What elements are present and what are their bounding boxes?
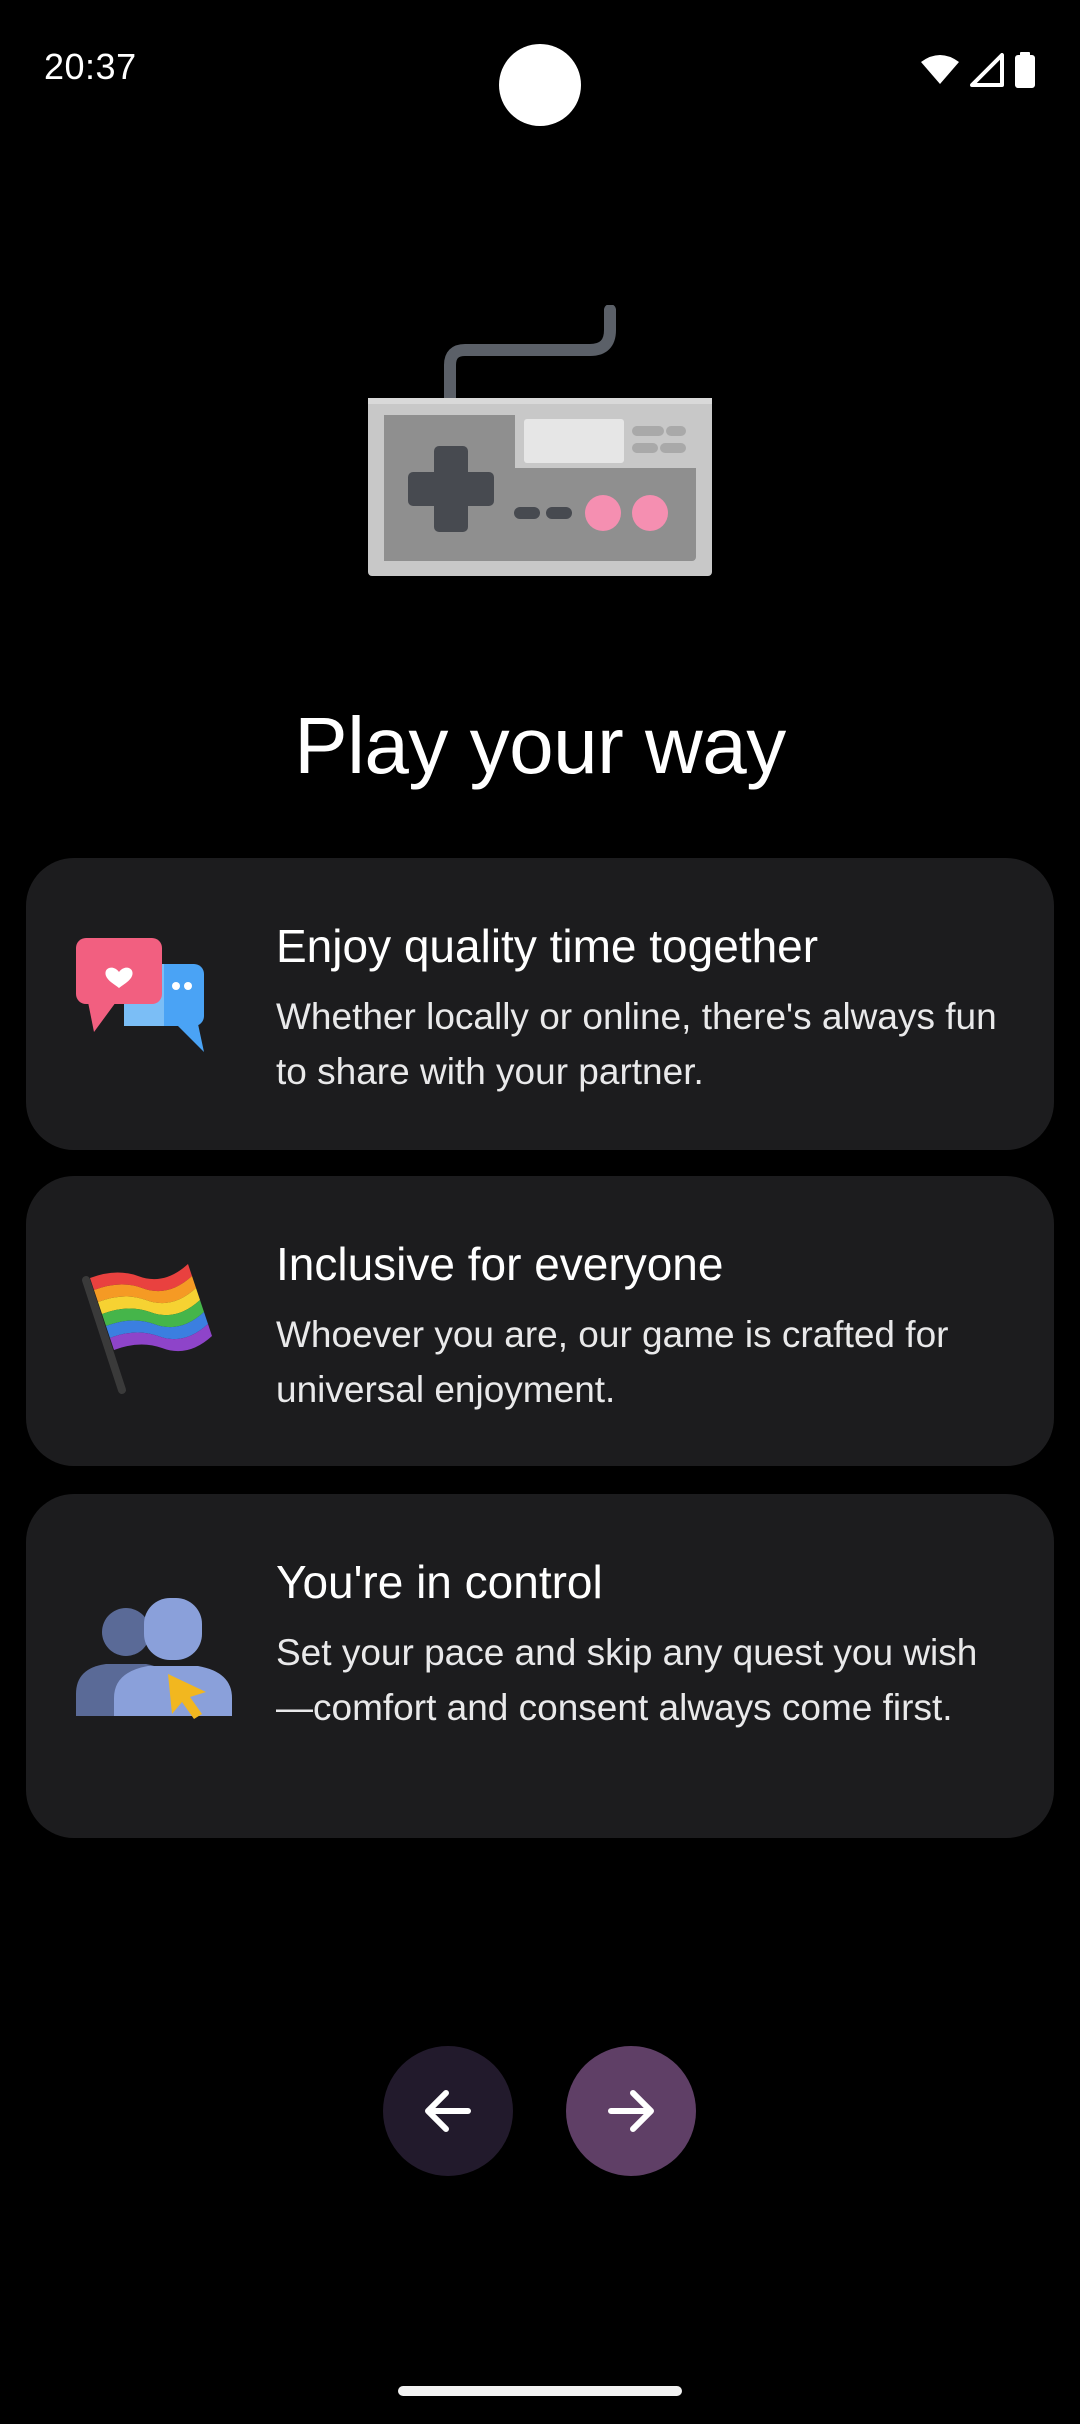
next-button[interactable] [566, 2046, 696, 2176]
wifi-icon [921, 55, 959, 84]
back-button[interactable] [383, 2046, 513, 2176]
camera-cutout [499, 44, 581, 126]
feature-title: Inclusive for everyone [276, 1238, 724, 1290]
status-time: 20:37 [44, 46, 137, 87]
feature-description: Whether locally or online, there's alway… [276, 995, 997, 1092]
arrow-left-icon [425, 2090, 471, 2132]
cell-signal-icon [970, 53, 1004, 87]
onboarding-screen: 20:37 Play your way Enjoy quality time t… [0, 0, 1080, 2424]
page-title: Play your way [294, 701, 786, 790]
feature-card-together: Enjoy quality time together Whether loca… [26, 858, 1054, 1150]
feature-description: Whoever you are, our game is crafted for… [276, 1313, 949, 1410]
feature-text: Enjoy quality time together Whether loca… [276, 920, 1014, 1099]
feature-text: Inclusive for everyone Whoever you are, … [276, 1238, 1014, 1417]
game-controller-icon [368, 305, 712, 576]
feature-title: You're in control [276, 1556, 603, 1608]
rainbow-flag-icon [82, 1264, 212, 1394]
status-bar: 20:37 [0, 0, 1080, 140]
battery-icon [1015, 52, 1035, 88]
feature-card-inclusive: Inclusive for everyone Whoever you are, … [26, 1176, 1054, 1466]
home-indicator[interactable] [398, 2386, 682, 2396]
arrow-right-icon [608, 2090, 654, 2132]
users-cursor-icon [76, 1598, 232, 1719]
feature-description: Set your pace and skip any quest you wis… [276, 1631, 978, 1728]
status-icons [920, 52, 1036, 88]
feature-title: Enjoy quality time together [276, 920, 819, 972]
feature-text: You're in control Set your pace and skip… [276, 1556, 1014, 1735]
feature-card-control: You're in control Set your pace and skip… [26, 1494, 1054, 1838]
chat-bubbles-heart-icon [76, 938, 204, 1052]
